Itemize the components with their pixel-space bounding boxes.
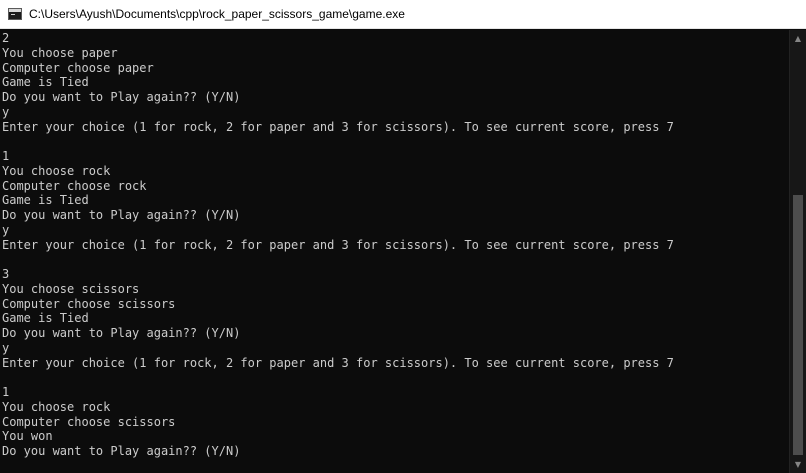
console-line: Game is Tied [2, 311, 89, 326]
console-line: Computer choose paper [2, 60, 154, 75]
console-line: 1 [2, 149, 10, 163]
console-line: y [2, 340, 10, 355]
console-line: Do you want to Play again?? (Y/N) [2, 90, 241, 104]
vertical-scrollbar[interactable]: ▲ ▼ [789, 30, 806, 473]
console-line: y [2, 104, 10, 119]
console-line: Do you want to Play again?? (Y/N) [2, 444, 241, 458]
scroll-up-arrow-icon[interactable]: ▲ [790, 30, 806, 47]
console-line: Computer choose scissors [2, 296, 176, 311]
console-line: Enter your choice (1 for rock, 2 for pap… [2, 237, 674, 252]
console-line: Computer choose scissors [2, 414, 176, 429]
console-line: Do you want to Play again?? (Y/N) [2, 326, 241, 340]
console-line: Do you want to Play again?? (Y/N) [2, 208, 241, 222]
console-output[interactable]: 2 You choose paper Computer choose paper Ga… [0, 30, 789, 473]
window-title: C:\Users\Ayush\Documents\cpp\rock_paper_… [29, 7, 405, 21]
title-bar[interactable]: C:\Users\Ayush\Documents\cpp\rock_paper_… [0, 0, 806, 29]
console-line: Enter your choice (1 for rock, 2 for pap… [2, 355, 674, 370]
console-line: You choose paper [2, 45, 118, 60]
console-line: Game is Tied [2, 75, 89, 90]
console-line: Enter your choice (1 for rock, 2 for pap… [2, 119, 674, 134]
console-line: You choose scissors [2, 281, 140, 296]
console-line: 1 [2, 385, 10, 399]
scroll-down-arrow-icon[interactable]: ▼ [790, 456, 806, 473]
console-line: Computer choose rock [2, 178, 147, 193]
console-line: Game is Tied [2, 193, 89, 208]
scroll-thumb[interactable] [793, 195, 803, 455]
console-text: 2 You choose paper Computer choose paper Ga… [0, 30, 789, 459]
console-line: 2 [2, 31, 10, 45]
console-window: C:\Users\Ayush\Documents\cpp\rock_paper_… [0, 0, 806, 473]
console-line: y [2, 222, 10, 237]
console-window-icon[interactable] [8, 8, 22, 20]
console-line: 3 [2, 267, 10, 281]
console-line: You choose rock [2, 399, 111, 414]
console-line: You won [2, 429, 53, 444]
console-line: You choose rock [2, 163, 111, 178]
